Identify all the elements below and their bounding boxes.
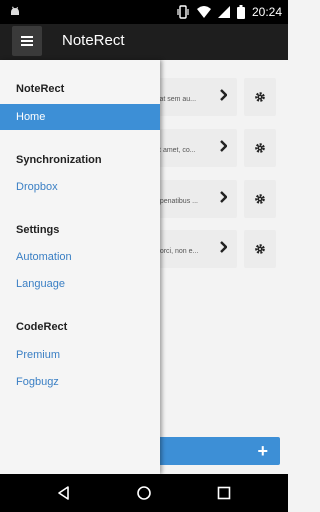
android-notification-icon [11, 6, 19, 15]
note-settings-button[interactable] [244, 230, 276, 268]
chevron-right-icon [220, 241, 227, 253]
note-settings-button[interactable] [244, 78, 276, 116]
wifi-icon [196, 6, 211, 18]
signal-icon [217, 6, 230, 18]
vibrate-icon [177, 5, 189, 19]
note-card[interactable]: s at sem au... [150, 78, 237, 116]
chevron-right-icon [220, 140, 227, 152]
note-card[interactable]: e penatibus ... [150, 180, 237, 218]
gear-icon [255, 194, 265, 204]
drawer-item-dropbox[interactable]: Dropbox [0, 174, 160, 200]
recents-icon[interactable] [216, 485, 232, 501]
drawer-item-home[interactable]: Home [0, 104, 160, 130]
note-settings-button[interactable] [244, 129, 276, 167]
battery-icon [236, 5, 245, 19]
hamburger-menu-icon [21, 36, 33, 46]
drawer-item-language[interactable]: Language [0, 271, 160, 297]
status-bar: 20:24 [0, 0, 288, 24]
menu-button[interactable] [12, 26, 42, 56]
drawer-header: NoteRect [16, 83, 65, 95]
plus-icon: + [257, 441, 268, 461]
note-settings-button[interactable] [244, 180, 276, 218]
note-snippet: sit amet, co... [154, 147, 196, 154]
back-icon[interactable] [56, 485, 72, 501]
home-icon[interactable] [136, 485, 152, 501]
drawer-item-premium[interactable]: Premium [0, 342, 160, 368]
add-note-button[interactable]: + [150, 437, 280, 465]
drawer-item-automation[interactable]: Automation [0, 244, 160, 270]
system-navigation-bar [0, 474, 288, 512]
gear-icon [255, 244, 265, 254]
gear-icon [255, 143, 265, 153]
note-snippet: e penatibus ... [154, 198, 198, 205]
chevron-right-icon [220, 191, 227, 203]
note-snippet: d orci, non e... [154, 248, 199, 255]
app-title: NoteRect [62, 32, 125, 49]
note-card[interactable]: sit amet, co... [150, 129, 237, 167]
chevron-right-icon [220, 89, 227, 101]
navigation-drawer: NoteRect Home Synchronization Dropbox Se… [0, 60, 160, 474]
note-card[interactable]: n d orci, non e... [150, 230, 237, 268]
gear-icon [255, 92, 265, 102]
drawer-item-fogbugz[interactable]: Fogbugz [0, 369, 160, 395]
status-time: 20:24 [251, 5, 282, 19]
note-snippet: s at sem au... [154, 96, 197, 103]
drawer-section-settings: Settings [16, 224, 60, 236]
drawer-section-synchronization: Synchronization [16, 154, 102, 166]
drawer-section-coderect: CodeRect [16, 321, 68, 333]
app-bar: NoteRect [0, 24, 288, 60]
